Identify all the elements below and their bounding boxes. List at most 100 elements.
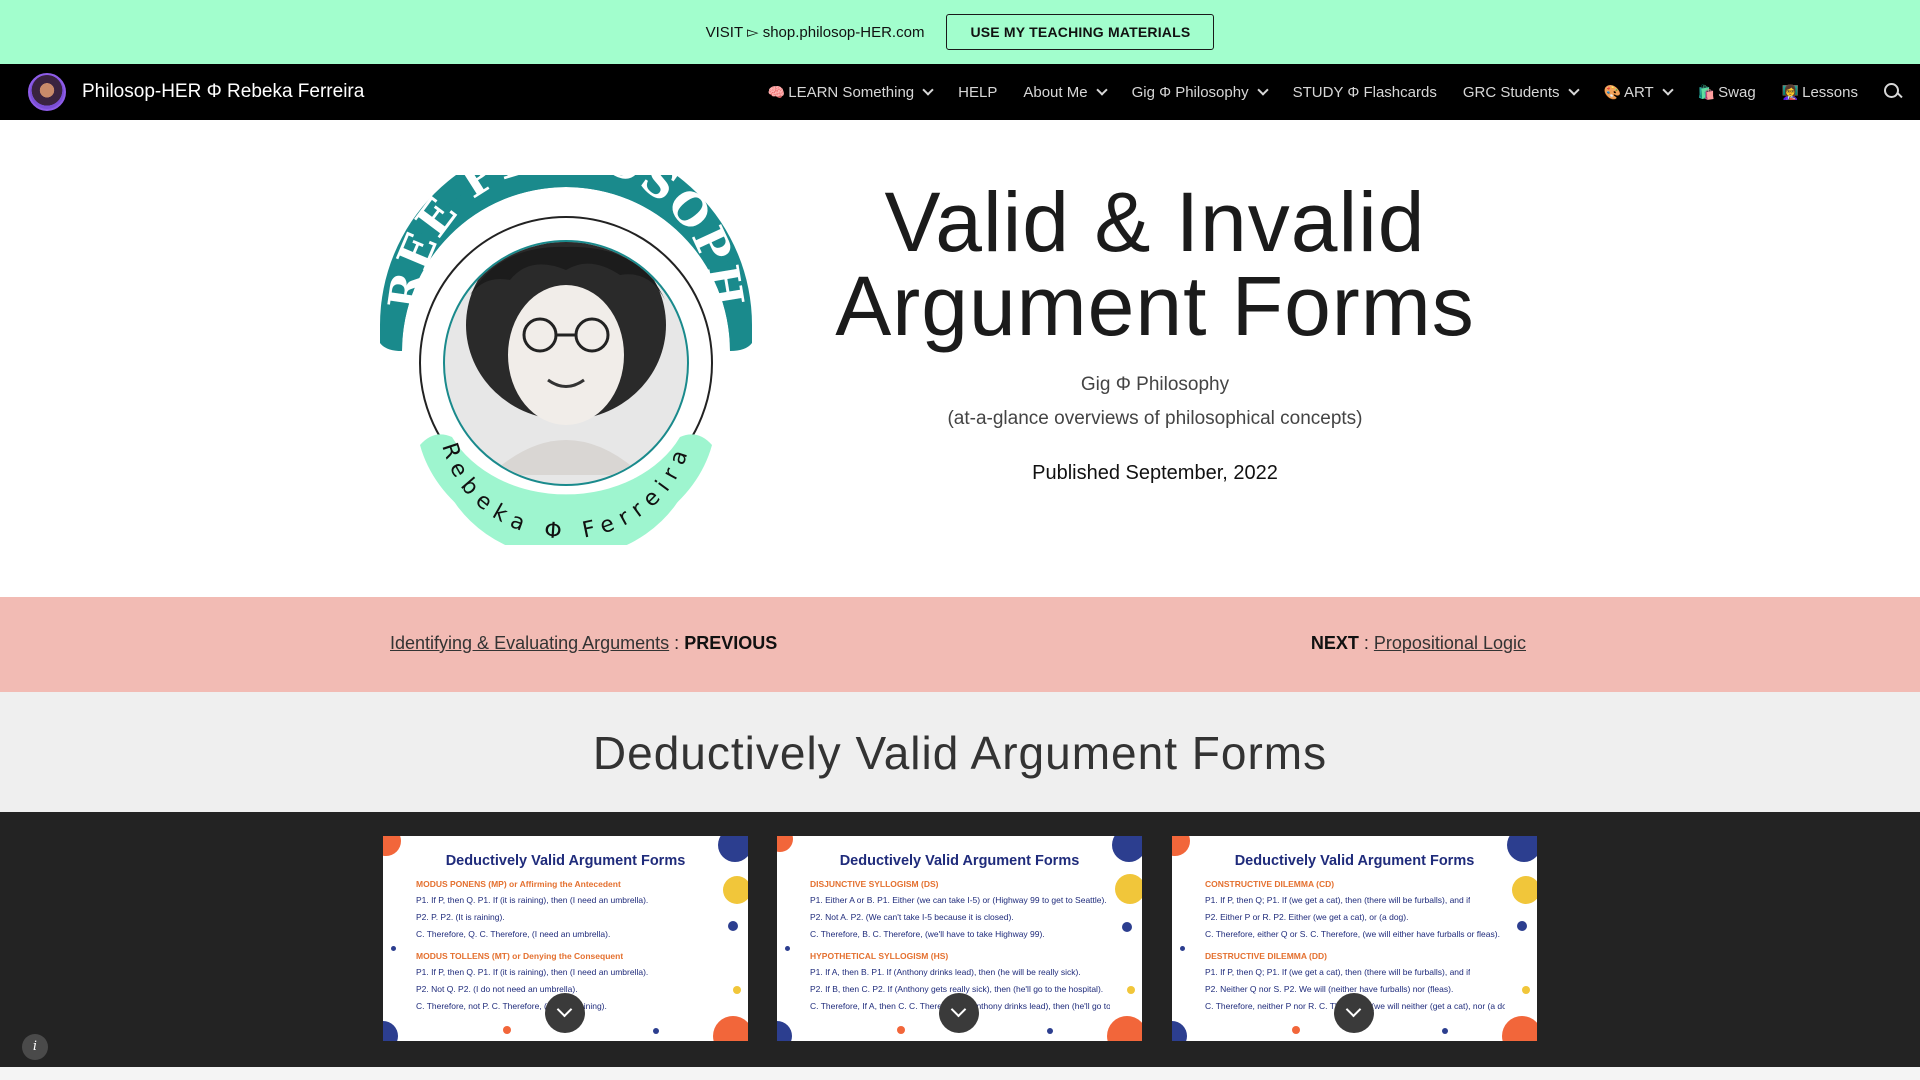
decorative-dot	[1127, 986, 1135, 994]
site-logo-avatar[interactable]	[28, 73, 66, 111]
nav-item-5[interactable]: GRC Students	[1462, 83, 1580, 101]
slide-title: Deductively Valid Argument Forms	[445, 853, 686, 869]
nav-item-6[interactable]: 🎨 ART	[1603, 83, 1674, 101]
slide-text-line: P2. Neither Q nor S. P2. We will (neithe…	[1205, 984, 1454, 994]
decorative-dot	[1522, 986, 1530, 994]
slide-title: Deductively Valid Argument Forms	[839, 853, 1080, 869]
nav-item-label: STUDY Φ Flashcards	[1292, 83, 1437, 101]
decorative-dot	[713, 1016, 748, 1041]
slide-text-line: P1. If P, then Q; P1. If (we get a cat),…	[1205, 967, 1471, 977]
expand-chevron-icon[interactable]	[545, 993, 585, 1033]
decorative-dot	[1292, 1026, 1300, 1034]
slide-card[interactable]: Deductively Valid Argument Forms CONSTRUC…	[1172, 836, 1537, 1041]
decorative-dot	[1122, 922, 1132, 932]
slide-card[interactable]: Deductively Valid Argument Forms MODUS PO…	[383, 836, 748, 1041]
nav-item-2[interactable]: About Me	[1023, 83, 1108, 101]
decorative-dot	[1047, 1028, 1053, 1034]
decorative-dot	[1512, 876, 1537, 904]
expand-chevron-icon[interactable]	[1334, 993, 1374, 1033]
decorative-dot	[728, 921, 738, 931]
free-philosophy-badge-logo: FREE PHILOSOPHY Rebeka Φ Ferreira	[380, 175, 752, 545]
nav-item-label: ART	[1623, 83, 1654, 101]
expand-chevron-icon[interactable]	[939, 993, 979, 1033]
site-title[interactable]: Philosop-HER Φ Rebeka Ferreira	[82, 81, 364, 103]
section-heading-band: Deductively Valid Argument Forms	[0, 692, 1920, 812]
search-icon[interactable]	[1882, 81, 1904, 103]
slide-heading: HYPOTHETICAL SYLLOGISM (HS)	[810, 951, 949, 961]
hero-tagline: (at-a-glance overviews of philosophical …	[947, 408, 1363, 429]
nav-item-4[interactable]: STUDY Φ Flashcards	[1293, 84, 1437, 101]
next-nav: NEXT : Propositional Logic	[1311, 633, 1526, 654]
slide-heading: DISJUNCTIVE SYLLOGISM (DS)	[810, 879, 939, 889]
slide-heading: MODUS TOLLENS (MT) or Denying the Conseq…	[416, 951, 624, 961]
previous-label: PREVIOUS	[684, 633, 778, 653]
hero-section: FREE PHILOSOPHY Rebeka Φ Ferreira Valid …	[0, 120, 1920, 597]
nav-item-3[interactable]: Gig Φ Philosophy	[1131, 83, 1269, 101]
slides-gallery: Deductively Valid Argument Forms MODUS PO…	[0, 812, 1920, 1067]
info-icon[interactable]: i	[22, 1034, 48, 1060]
nav-item-label: HELP	[958, 83, 998, 101]
decorative-dot	[503, 1026, 511, 1034]
page-title-line-2: Argument Forms	[835, 259, 1475, 353]
nav-item-label: About Me	[1023, 83, 1088, 101]
chevron-down-icon[interactable]	[1567, 84, 1580, 96]
decorative-dot	[1502, 1016, 1537, 1041]
decorative-dot	[777, 1021, 792, 1041]
decorative-dot	[391, 946, 396, 951]
nav-item-emoji: 🧠	[767, 83, 786, 100]
slide-text-line: C. Therefore, B. C. Therefore, (we'll ha…	[810, 929, 1045, 939]
slide-heading: DESTRUCTIVE DILEMMA (DD)	[1205, 951, 1327, 961]
footer-strip	[0, 1067, 1920, 1080]
slide-text-line: P2. Not Q. P2. (I do not need an umbrell…	[416, 984, 578, 994]
nav-item-0[interactable]: 🧠 LEARN Something	[767, 83, 934, 101]
next-separator: :	[1358, 633, 1374, 653]
slide-text-line: P2. Either P or R. P2. Either (we get a …	[1205, 912, 1409, 922]
slide-title: Deductively Valid Argument Forms	[1234, 853, 1475, 869]
decorative-dot	[1107, 1016, 1142, 1041]
nav-item-emoji: 🛍️	[1697, 83, 1716, 100]
decorative-dot	[1172, 1021, 1187, 1041]
announcement-bar: VISIT ▻ shop.philosop-HER.com USE MY TEA…	[0, 0, 1920, 64]
chevron-down-icon[interactable]	[1662, 84, 1674, 96]
nav-item-label: LEARN Something	[788, 83, 915, 101]
slide-text-line: P1. If A, then B. P1. If (Anthony drinks…	[810, 967, 1081, 977]
decorative-dot	[897, 1026, 905, 1034]
nav-item-7[interactable]: 🛍️ Swag	[1698, 84, 1756, 101]
teaching-materials-button[interactable]: USE MY TEACHING MATERIALS	[946, 14, 1215, 50]
nav-item-label: GRC Students	[1462, 83, 1560, 101]
slide-text-line: C. Therefore, either Q or S. C. Therefor…	[1205, 929, 1500, 939]
nav-item-label: Gig Φ Philosophy	[1131, 83, 1249, 101]
chevron-down-icon[interactable]	[1256, 84, 1269, 96]
published-date: Published September, 2022	[1032, 462, 1278, 484]
nav-item-emoji: 🎨	[1603, 83, 1621, 100]
nav-item-label: Lessons	[1802, 83, 1858, 101]
decorative-dot	[1180, 946, 1185, 951]
decorative-dot	[653, 1028, 659, 1034]
chevron-down-icon[interactable]	[1095, 84, 1108, 96]
decorative-dot	[383, 1021, 398, 1041]
nav-item-8[interactable]: 👩‍🏫 Lessons	[1782, 84, 1858, 101]
decorative-dot	[733, 986, 741, 994]
decorative-dot	[1517, 921, 1527, 931]
slide-heading: MODUS PONENS (MP) or Affirming the Antec…	[416, 879, 621, 889]
announcement-text: VISIT ▻ shop.philosop-HER.com	[705, 24, 925, 41]
hero-subtitle: Gig Φ Philosophy	[1080, 374, 1230, 395]
slide-text-line: C. Therefore, Q. C. Therefore, (I need a…	[416, 929, 611, 939]
next-link[interactable]: Propositional Logic	[1374, 633, 1526, 653]
nav-menu: 🧠 LEARN Something HELP About Me Gig Φ Philos…	[742, 64, 1920, 120]
page-title: Valid & Invalid Argument Forms	[780, 180, 1530, 348]
previous-link[interactable]: Identifying & Evaluating Arguments	[390, 633, 669, 653]
previous-separator: :	[669, 633, 685, 653]
chevron-down-icon[interactable]	[922, 84, 934, 96]
slide-text-line: P1. If P, then Q. P1. If (it is raining)…	[416, 895, 649, 905]
nav-item-1[interactable]: HELP	[958, 84, 997, 101]
slide-text-line: P1. If P, then Q; P1. If (we get a cat),…	[1205, 895, 1471, 905]
slide-text-line: P2. P. P2. (It is raining).	[416, 912, 505, 922]
decorative-dot	[785, 946, 790, 951]
slide-text-line: P2. Not A. P2. (We can't take I-5 becaus…	[810, 912, 1014, 922]
slide-heading: CONSTRUCTIVE DILEMMA (CD)	[1205, 879, 1335, 889]
nav-item-emoji: 👩‍🏫	[1781, 83, 1800, 100]
top-navigation: Philosop-HER Φ Rebeka Ferreira 🧠 LEARN So…	[0, 64, 1920, 120]
page-title-line-1: Valid & Invalid	[884, 175, 1426, 269]
slide-card[interactable]: Deductively Valid Argument Forms DISJUNCT…	[777, 836, 1142, 1041]
